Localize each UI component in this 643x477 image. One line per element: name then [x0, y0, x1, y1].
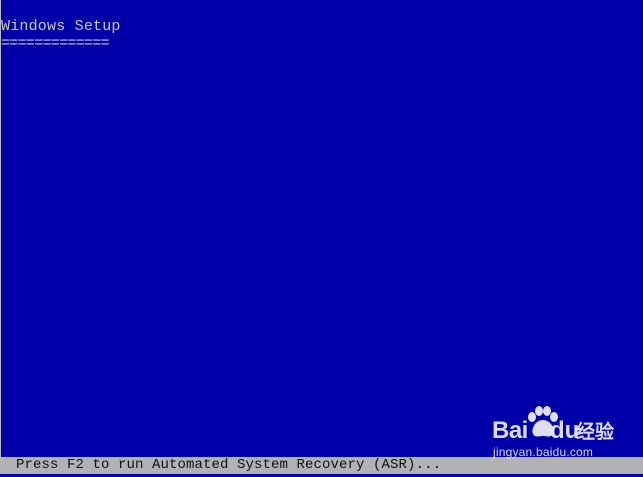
setup-title: Windows Setup	[1, 18, 121, 35]
status-bar: Press F2 to run Automated System Recover…	[0, 457, 643, 474]
watermark-brand-left: Bai	[492, 417, 528, 444]
watermark-brand-right: du	[550, 417, 580, 444]
screen-border	[0, 0, 1, 477]
setup-title-underline: =============	[1, 35, 110, 52]
paw-icon	[528, 406, 558, 437]
watermark-brand-cn: 经验	[576, 421, 615, 443]
status-message: Press F2 to run Automated System Recover…	[16, 457, 442, 473]
setup-screen: Windows Setup ============= Press F2 to …	[0, 0, 643, 477]
